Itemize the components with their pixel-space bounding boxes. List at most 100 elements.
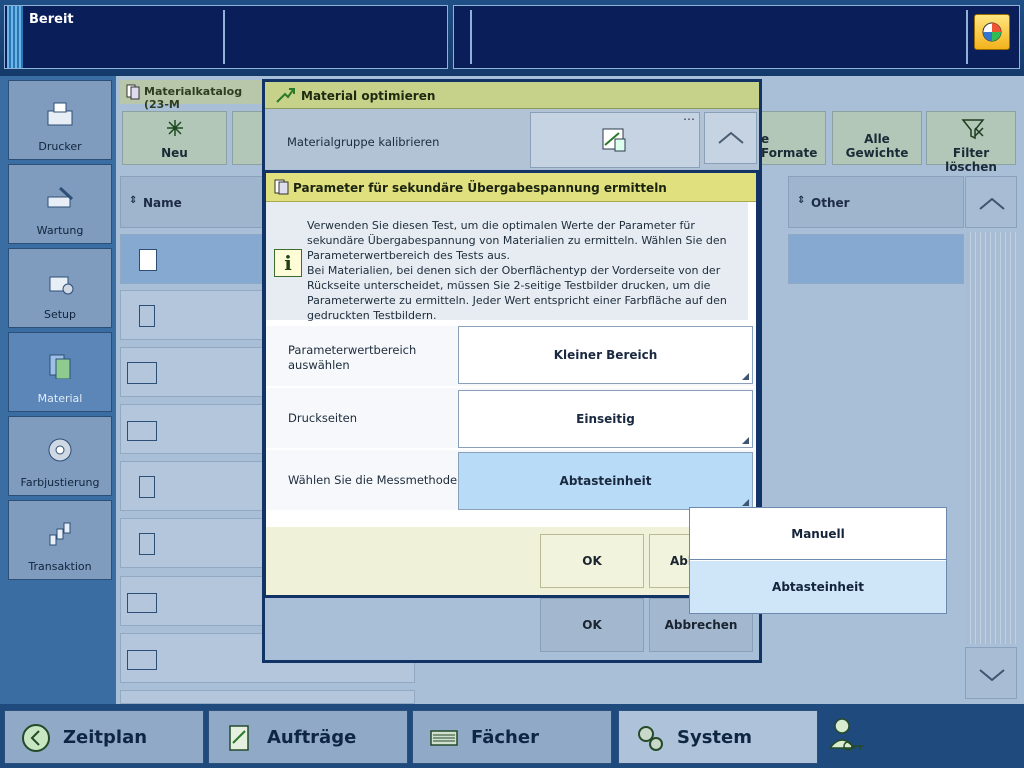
outer-scroll-up[interactable] — [704, 112, 757, 164]
status-indicator — [7, 6, 23, 68]
gears-icon — [638, 726, 663, 751]
user-key-button[interactable] — [826, 714, 870, 762]
measure-method-dropdown: Manuell Abtasteinheit — [689, 507, 947, 614]
nav-label: Transaktion — [28, 560, 92, 573]
material-thumb-icon — [139, 249, 157, 271]
nav-label: Setup — [43, 308, 77, 321]
outer-ok-button[interactable]: OK — [540, 598, 644, 652]
bottom-nav-label: Zeitplan — [63, 727, 148, 748]
field-label: Parameterwertbereich auswählen — [288, 343, 417, 372]
clear-filter-button[interactable]: Filter löschen — [926, 111, 1016, 174]
scroll-down-button[interactable] — [965, 647, 1017, 699]
nav-item-wartung[interactable]: Wartung — [8, 164, 112, 244]
scrollbar-track[interactable] — [966, 232, 1016, 644]
status-panel-right — [453, 5, 1020, 69]
new-button-label: Neu — [161, 146, 188, 160]
table-row[interactable] — [120, 347, 265, 397]
status-panel: Bereit — [4, 5, 448, 69]
chevron-up-icon — [979, 197, 1005, 210]
bottom-nav-zeitplan[interactable]: Zeitplan — [4, 710, 204, 764]
table-row[interactable] — [120, 234, 265, 284]
divider — [966, 10, 968, 64]
help-button[interactable] — [974, 14, 1010, 50]
calibrate-label: Materialgruppe kalibrieren — [287, 135, 440, 149]
user-key-icon — [828, 718, 864, 751]
nav-item-material[interactable]: Material — [8, 332, 112, 412]
nav-label: Drucker — [38, 140, 82, 153]
option-label: Abtasteinheit — [772, 580, 864, 594]
all-weights-button[interactable]: Alle Gewichte — [832, 111, 922, 165]
field-row: Parameterwertbereich auswählen Kleiner B… — [266, 326, 756, 386]
calibrate-row: Materialgruppe kalibrieren … — [265, 109, 759, 169]
material-thumb-icon — [127, 421, 157, 441]
all-formats-button[interactable]: e Formate — [760, 111, 826, 165]
bottom-nav-auftraege[interactable]: Aufträge — [208, 710, 408, 764]
trays-icon — [430, 730, 458, 746]
clock-icon — [22, 724, 50, 752]
table-row[interactable] — [120, 518, 265, 568]
table-row[interactable] — [120, 404, 265, 454]
column-header-other[interactable]: ⇕ Other — [788, 176, 964, 228]
setup-icon — [49, 276, 74, 295]
nav-item-farbjustierung[interactable]: Farbjustierung — [8, 416, 112, 496]
nav-item-setup[interactable]: Setup — [8, 248, 112, 328]
info-text: Verwenden Sie diesen Test, um die optima… — [307, 218, 737, 323]
ok-label: OK — [582, 554, 602, 568]
table-row[interactable] — [120, 290, 265, 340]
column-header-name[interactable]: ⇕ Name — [120, 176, 265, 228]
measure-method-value: Abtasteinheit — [559, 474, 652, 488]
nav-label: Wartung — [36, 224, 84, 237]
column-name-label: Name — [143, 196, 182, 210]
nav-item-drucker[interactable]: Drucker — [8, 80, 112, 160]
nav-item-transaktion[interactable]: Transaktion — [8, 500, 112, 580]
material-icon — [49, 354, 71, 379]
field-label: Druckseiten — [288, 411, 357, 425]
measure-method-select[interactable]: Abtasteinheit — [458, 452, 753, 510]
secondary-transfer-dialog: Parameter für sekundäre Übergabespannung… — [263, 170, 759, 598]
dropdown-corner-icon — [742, 499, 749, 506]
jobs-icon — [229, 725, 249, 751]
info-box: i Verwenden Sie diesen Test, um die opti… — [266, 202, 748, 323]
material-icon — [274, 179, 289, 195]
divider — [223, 10, 225, 64]
bottom-nav-label: Aufträge — [267, 727, 357, 748]
field-row: Druckseiten Einseitig — [266, 388, 756, 448]
material-thumb-icon — [127, 362, 157, 384]
table-row[interactable] — [788, 234, 964, 284]
option-label: Manuell — [791, 526, 845, 541]
filter-clear-icon — [961, 119, 985, 140]
status-text: Bereit — [29, 12, 74, 27]
inner-title-bar: Parameter für sekundäre Übergabespannung… — [266, 173, 756, 202]
printer-icon — [47, 102, 73, 126]
bottom-nav-label: Fächer — [471, 727, 539, 748]
material-thumb-icon — [127, 593, 157, 613]
divider — [470, 10, 472, 64]
ok-button[interactable]: OK — [540, 534, 644, 588]
toolbar-button[interactable] — [232, 111, 264, 165]
dropdown-option-manuell[interactable]: Manuell — [690, 508, 946, 560]
table-row[interactable] — [120, 690, 415, 704]
bottom-nav-system[interactable]: System — [618, 710, 818, 764]
chevron-down-icon — [979, 669, 1005, 682]
print-sides-value: Einseitig — [576, 412, 635, 426]
sort-icon: ⇕ — [797, 195, 806, 206]
range-select[interactable]: Kleiner Bereich — [458, 326, 753, 384]
column-other-label: Other — [811, 196, 850, 210]
more-icon: … — [683, 109, 695, 123]
bottom-nav-faecher[interactable]: Fächer — [412, 710, 612, 764]
chevron-up-icon — [718, 131, 744, 144]
new-button[interactable]: Neu — [122, 111, 227, 165]
dropdown-corner-icon — [742, 437, 749, 444]
field-label: Wählen Sie die Messmethode — [288, 473, 458, 487]
info-icon: i — [274, 249, 302, 277]
scroll-up-button[interactable] — [965, 176, 1017, 228]
print-sides-select[interactable]: Einseitig — [458, 390, 753, 448]
calibrate-button[interactable]: … — [530, 109, 700, 168]
sort-icon: ⇕ — [129, 195, 138, 206]
dropdown-option-abtasteinheit[interactable]: Abtasteinheit — [690, 561, 946, 613]
clear-filter-label: Filter löschen — [945, 146, 997, 174]
table-row[interactable] — [120, 461, 265, 511]
material-thumb-icon — [139, 476, 155, 498]
info-paragraph: Verwenden Sie diesen Test, um die optima… — [307, 219, 727, 262]
inner-dialog-title: Parameter für sekundäre Übergabespannung… — [293, 181, 667, 195]
